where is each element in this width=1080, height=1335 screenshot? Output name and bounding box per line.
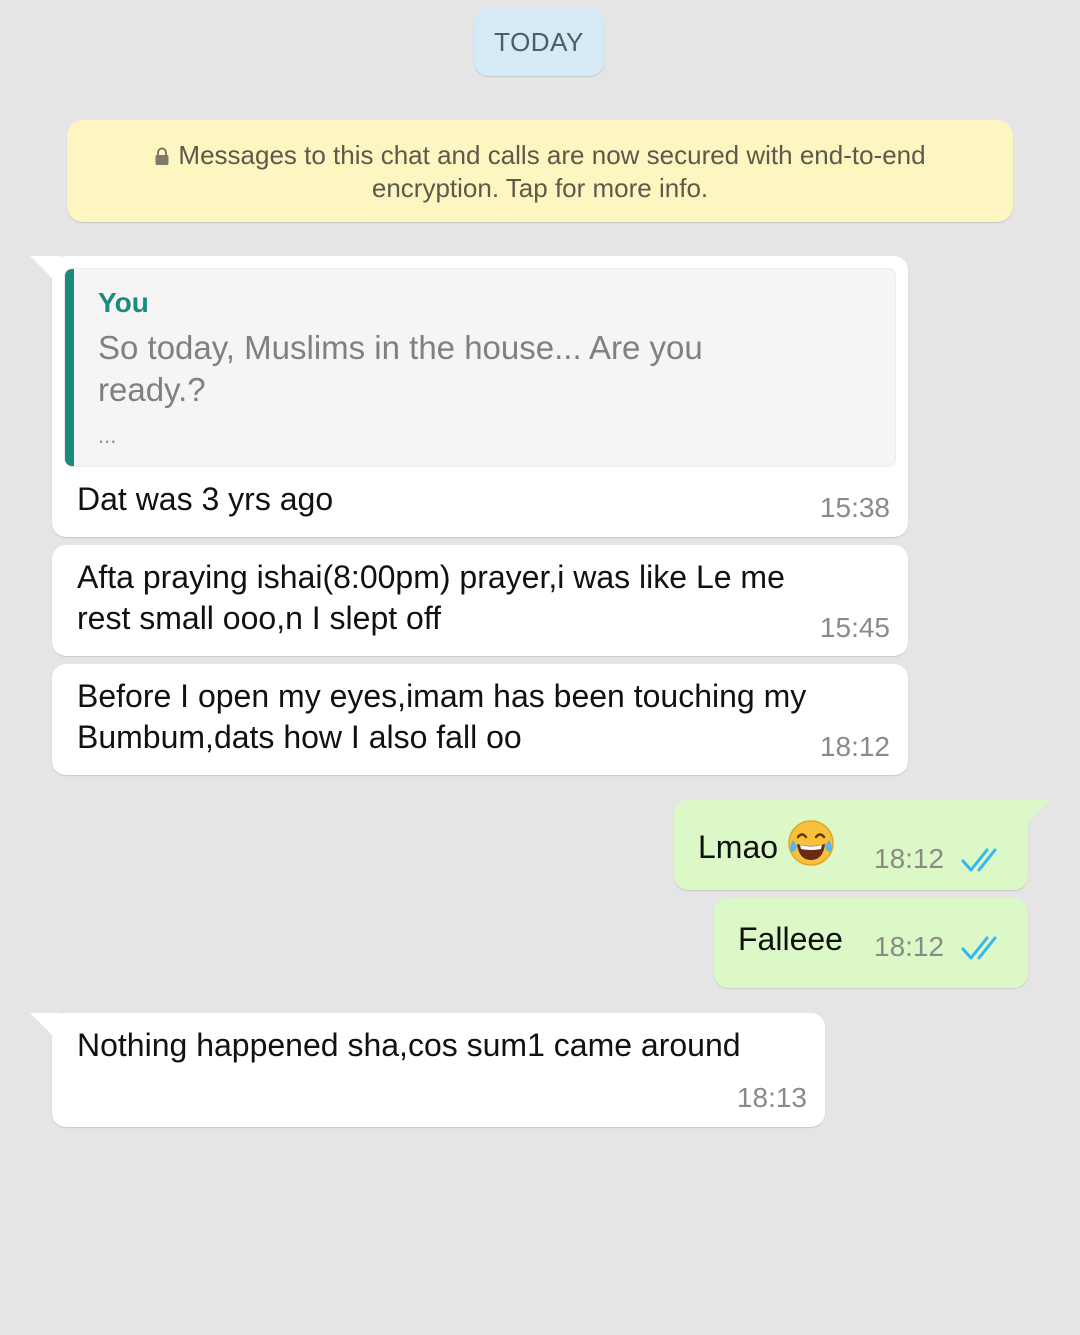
incoming-message[interactable]: Nothing happened sha,cos sum1 came aroun… (30, 1013, 825, 1127)
message-text-line2: Bumbum,dats how I also fall oo (77, 719, 522, 755)
face-with-tears-of-joy-icon (788, 820, 834, 866)
incoming-message[interactable]: Before I open my eyes,imam has been touc… (52, 664, 908, 775)
message-time: 15:38 (819, 492, 890, 523)
outgoing-message[interactable]: Falleee 18:12 (714, 898, 1028, 988)
quote-text-line2: ready.? (98, 371, 206, 408)
read-receipt-icon (961, 848, 997, 872)
quote-author: You (98, 287, 149, 318)
message-time: 18:12 (874, 843, 945, 874)
message-time: 18:12 (819, 731, 890, 762)
incoming-message-quoted[interactable]: You So today, Muslims in the house... Ar… (30, 256, 908, 537)
quote-text: So today, Muslims in the house... Are yo… (98, 327, 703, 411)
read-receipt-icon (961, 936, 997, 960)
quote-text-line1: So today, Muslims in the house... Are yo… (98, 329, 703, 366)
bubble-tail (1020, 800, 1050, 830)
date-chip-label: TODAY (494, 26, 584, 57)
incoming-message[interactable]: Afta praying ishai(8:00pm) prayer,i was … (52, 545, 908, 656)
encryption-notice[interactable]: Messages to this chat and calls are now … (67, 120, 1013, 222)
message-time: 15:45 (819, 612, 890, 643)
bubble-tail (30, 1013, 60, 1043)
message-text-line2: rest small ooo,n I slept off (77, 600, 442, 636)
encryption-notice-line1: Messages to this chat and calls are now … (67, 139, 1013, 172)
lock-icon (155, 147, 169, 165)
message-text-line1: Afta praying ishai(8:00pm) prayer,i was … (77, 559, 785, 595)
message-time: 18:12 (874, 931, 945, 962)
message-text: Falleee (738, 921, 843, 957)
message-text: Lmao (698, 818, 836, 868)
encryption-notice-line2: encryption. Tap for more info. (371, 173, 709, 203)
date-chip: TODAY (474, 8, 604, 76)
message-text: Afta praying ishai(8:00pm) prayer,i was … (77, 557, 785, 639)
message-text-line1: Before I open my eyes,imam has been touc… (77, 678, 807, 714)
message-text: Dat was 3 yrs ago (77, 481, 334, 517)
quote-ellipsis: ... (98, 423, 117, 448)
outgoing-message[interactable]: Lmao 18:12 (674, 800, 1050, 890)
quote-accent-bar (65, 269, 74, 466)
message-text: Nothing happened sha,cos sum1 came aroun… (77, 1027, 741, 1063)
quoted-message[interactable]: You So today, Muslims in the house... Ar… (64, 268, 896, 467)
bubble-tail (30, 256, 60, 286)
message-time: 18:13 (736, 1082, 807, 1113)
message-text: Before I open my eyes,imam has been touc… (77, 676, 806, 758)
